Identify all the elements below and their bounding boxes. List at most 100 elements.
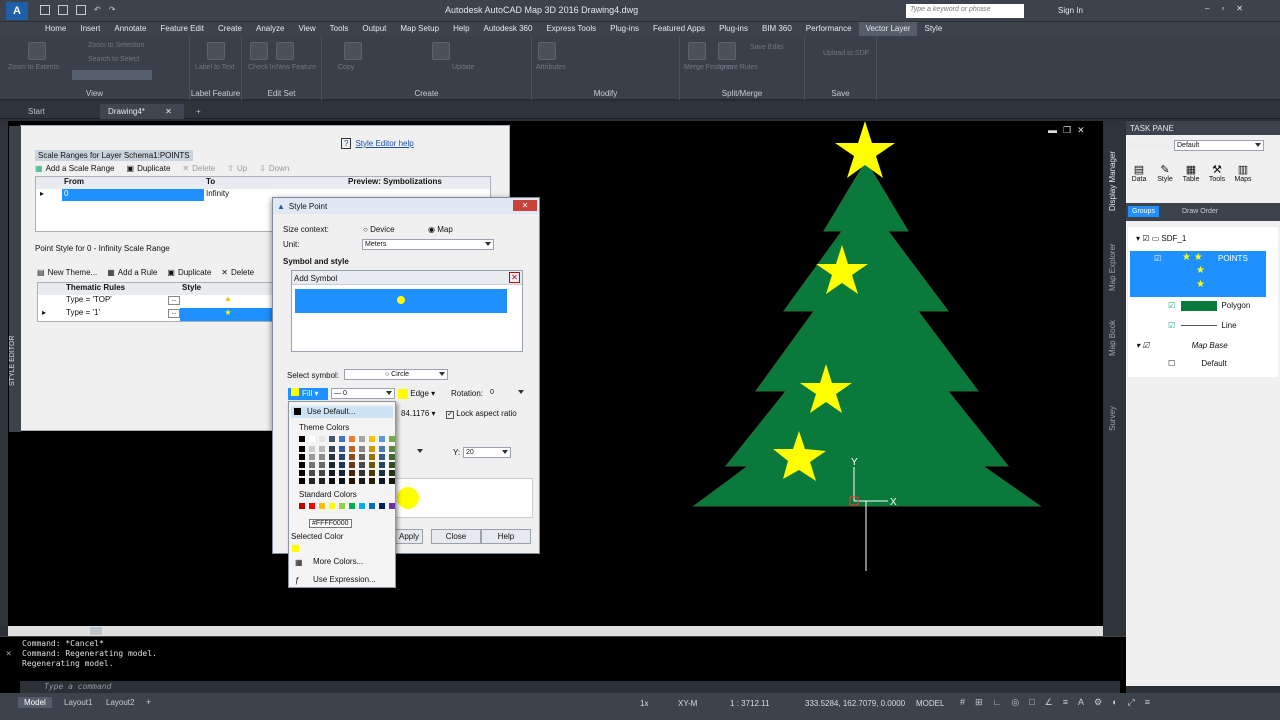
color-swatch[interactable] [389,436,395,442]
standard-color-swatch[interactable] [379,503,385,509]
color-swatch[interactable] [299,436,305,442]
color-swatch[interactable] [319,478,325,484]
redo-icon[interactable]: ↷ [109,5,116,15]
menu-item[interactable]: Plug-ins [603,22,646,36]
menu-item[interactable]: Express Tools [539,22,603,36]
duplicate-range-button[interactable]: ▣ Duplicate [127,164,171,173]
color-swatch[interactable] [339,462,345,468]
new-feature-icon[interactable] [344,42,362,60]
menu-item[interactable]: Style [917,22,949,36]
viewport-minimize-icon[interactable]: ▬ [1048,125,1057,136]
close-tab-icon[interactable]: ✕ [165,107,172,116]
command-input[interactable]: Type a command [20,681,1120,693]
rule-text[interactable]: Type = '1' [64,308,168,321]
add-layout-button[interactable]: + [146,697,151,707]
color-swatch[interactable] [379,462,385,468]
polar-icon[interactable]: ◎ [1011,697,1019,708]
color-swatch[interactable] [309,436,315,442]
display-map-dropdown[interactable]: Default [1174,140,1264,151]
rule-edit-button[interactable]: ... [168,309,180,318]
tools-tool[interactable]: ⚒ Tools [1206,163,1228,195]
check-out-icon[interactable] [250,42,268,60]
color-swatch[interactable] [299,462,305,468]
side-tab-map-explorer[interactable]: Map Explorer [1108,243,1117,291]
menu-item[interactable]: Output [355,22,393,36]
lineweight-icon[interactable]: ≡ [1063,697,1068,708]
color-swatch[interactable] [309,454,315,460]
view-dropdown[interactable] [72,70,152,80]
menu-item[interactable]: Vector Layer [858,22,918,36]
menu-item[interactable]: Plug-ins [712,22,755,36]
standard-color-swatch[interactable] [349,503,355,509]
menu-item[interactable]: Feature Edit [153,22,211,36]
snap-icon[interactable]: ⊞ [975,697,983,708]
standard-color-swatch[interactable] [299,503,305,509]
color-swatch[interactable] [349,446,355,452]
color-swatch[interactable] [369,462,375,468]
tab-draw-order[interactable]: Draw Order [1182,208,1218,215]
color-swatch[interactable] [389,454,395,460]
symbol-row-selected[interactable] [295,289,507,313]
symbol-dropdown[interactable]: ○ Circle [344,369,448,380]
data-tool[interactable]: ▤ Data [1128,163,1150,195]
isolate-icon[interactable]: ◐ [1112,697,1117,708]
tab-drawing4[interactable]: Drawing4* ✕ [100,104,184,119]
edge-button[interactable]: Edge ▾ [398,389,435,399]
color-swatch[interactable] [329,462,335,468]
color-swatch[interactable] [379,446,385,452]
tree-root[interactable]: ▾ ☑ ▭ SDF_1 [1136,234,1186,243]
color-swatch[interactable] [339,454,345,460]
color-swatch[interactable] [329,446,335,452]
apply-button[interactable]: Apply [395,529,423,544]
use-default-option[interactable]: Use Default... [291,406,393,418]
menu-item[interactable]: Performance [799,22,859,36]
map-radio[interactable]: ◉ Map [428,225,453,234]
color-swatch[interactable] [359,446,365,452]
lock-aspect-checkbox[interactable]: ✓ Lock aspect ratio [446,409,517,419]
side-tab-display-manager[interactable]: Display Manager [1108,151,1117,211]
osnap-icon[interactable]: □ [1029,697,1034,708]
zoom-indicator[interactable]: 1x [640,699,648,708]
standard-color-swatch[interactable] [369,503,375,509]
save-icon[interactable] [76,5,86,15]
workspace-icon[interactable]: ⚙ [1094,697,1102,708]
viewport-restore-icon[interactable]: ❐ [1063,125,1071,136]
app-logo-icon[interactable]: A [6,2,28,20]
ortho-icon[interactable]: ∟ [993,697,1002,708]
unit-dropdown[interactable]: Meters [362,239,494,250]
side-tab-survey[interactable]: Survey [1108,406,1117,431]
style-tool[interactable]: ✎ Style [1154,163,1176,195]
update-icon[interactable] [538,42,556,60]
color-swatch[interactable] [369,470,375,476]
color-swatch[interactable] [339,478,345,484]
sign-in-link[interactable]: Sign In [1058,6,1083,15]
check-in-icon[interactable] [276,42,294,60]
color-swatch[interactable] [359,436,365,442]
more-colors-option[interactable]: ▦ More Colors... [291,556,393,568]
menu-item[interactable]: Home [38,22,73,36]
undo-icon[interactable]: ↶ [94,5,101,15]
tab-start[interactable]: Start [20,104,100,119]
color-swatch[interactable] [379,454,385,460]
help-button[interactable]: Help [481,529,531,544]
menu-item[interactable]: View [291,22,322,36]
close-button[interactable]: Close [431,529,481,544]
standard-color-swatch[interactable] [339,503,345,509]
grid-icon[interactable]: # [960,697,965,708]
standard-color-swatch[interactable] [329,503,335,509]
use-expression-option[interactable]: ƒ Use Expression... [291,574,393,586]
add-scale-range-button[interactable]: ▦ Add a Scale Range [35,164,115,173]
viewport-close-icon[interactable]: ✕ [1077,125,1085,136]
duplicate-rule-button[interactable]: ▣ Duplicate [167,268,211,277]
tab-layout2[interactable]: Layout2 [100,697,140,708]
scroll-thumb[interactable] [90,627,102,635]
color-swatch[interactable] [349,470,355,476]
add-symbol-button[interactable]: Add Symbol [292,271,522,285]
color-swatch[interactable] [299,478,305,484]
row-from[interactable]: 0 [62,189,204,201]
menu-item[interactable]: Annotate [107,22,153,36]
color-swatch[interactable] [339,470,345,476]
standard-color-swatch[interactable] [359,503,365,509]
color-swatch[interactable] [359,454,365,460]
attributes-icon[interactable] [432,42,450,60]
